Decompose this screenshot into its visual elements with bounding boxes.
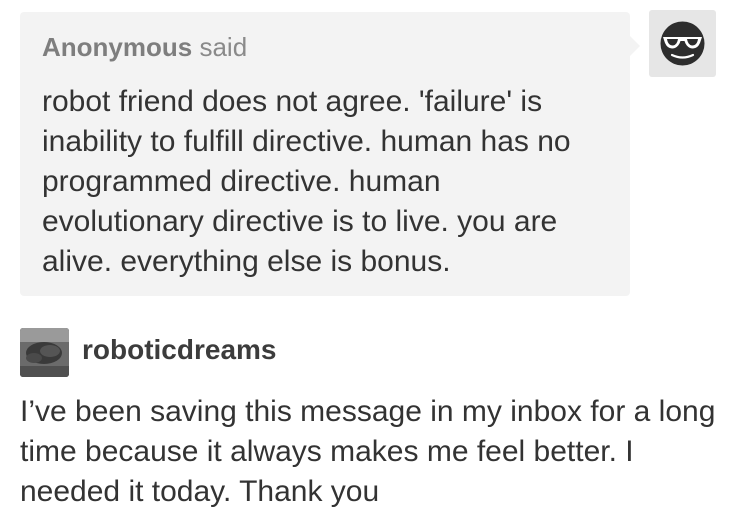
ask-bubble: Anonymous said robot friend does not agr…: [20, 12, 640, 296]
asker-name: Anonymous: [42, 32, 193, 62]
reply-username[interactable]: roboticdreams: [82, 334, 277, 366]
user-avatar-photo[interactable]: [20, 328, 69, 377]
asker-line: Anonymous said: [42, 32, 606, 62]
said-label: said: [199, 32, 248, 62]
anonymous-sunglasses-icon: [649, 10, 716, 77]
reply-text: I’ve been saving this message in my inbo…: [20, 395, 716, 508]
question-text: robot friend does not agree. 'failure' i…: [42, 85, 571, 278]
